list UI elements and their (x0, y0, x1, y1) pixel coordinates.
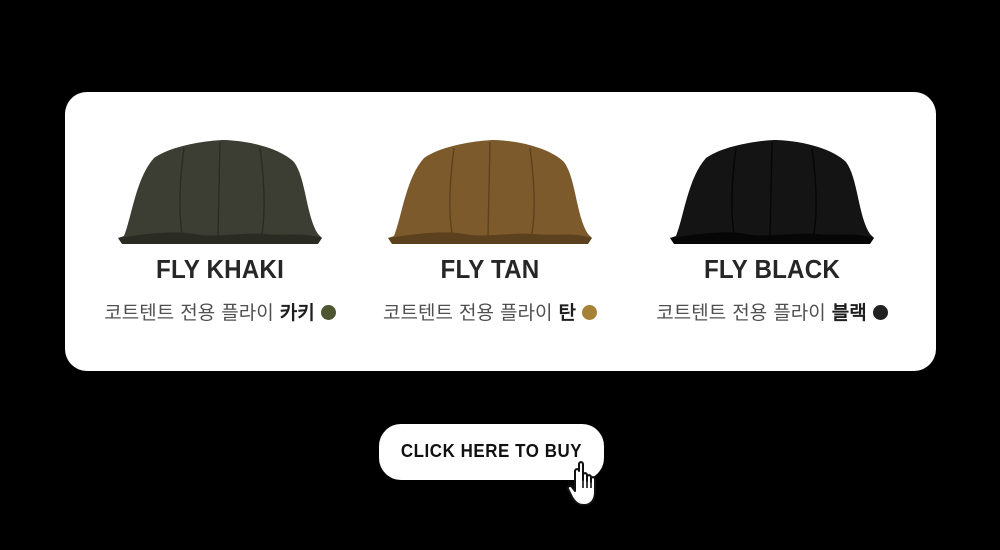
description-prefix: 코트텐트 전용 플라이 (656, 302, 826, 324)
color-swatch (320, 305, 336, 320)
product-description: 코트텐트 전용 플라이 블랙 (627, 298, 917, 325)
color-swatch (581, 305, 597, 320)
buy-button-label: CLICK HERE TO BUY (400, 441, 583, 461)
color-swatch (872, 305, 888, 320)
product-description: 코트텐트 전용 플라이 탄 (345, 298, 635, 325)
tent-image (388, 140, 592, 244)
color-name: 탄 (558, 302, 576, 324)
description-prefix: 코트텐트 전용 플라이 (383, 302, 553, 324)
hand-pointer-icon (566, 461, 596, 506)
product-name: FLY KHAKI (156, 254, 284, 284)
tent-image (118, 140, 322, 244)
product-option-tan[interactable]: FLY TAN 코트텐트 전용 플라이 탄 (345, 92, 635, 371)
color-name: 블랙 (831, 302, 867, 324)
description-prefix: 코트텐트 전용 플라이 (104, 302, 274, 324)
color-name: 카키 (279, 302, 315, 324)
product-color-card: FLY KHAKI 코트텐트 전용 플라이 카키 FLY TAN 코트텐트 전용… (65, 92, 936, 371)
product-name: FLY TAN (440, 254, 540, 284)
product-description: 코트텐트 전용 플라이 카키 (75, 298, 365, 325)
product-option-khaki[interactable]: FLY KHAKI 코트텐트 전용 플라이 카키 (75, 92, 365, 371)
page: FLY KHAKI 코트텐트 전용 플라이 카키 FLY TAN 코트텐트 전용… (0, 0, 1000, 550)
tent-image (670, 140, 874, 244)
product-name: FLY BLACK (703, 254, 841, 284)
product-option-black[interactable]: FLY BLACK 코트텐트 전용 플라이 블랙 (627, 92, 917, 371)
